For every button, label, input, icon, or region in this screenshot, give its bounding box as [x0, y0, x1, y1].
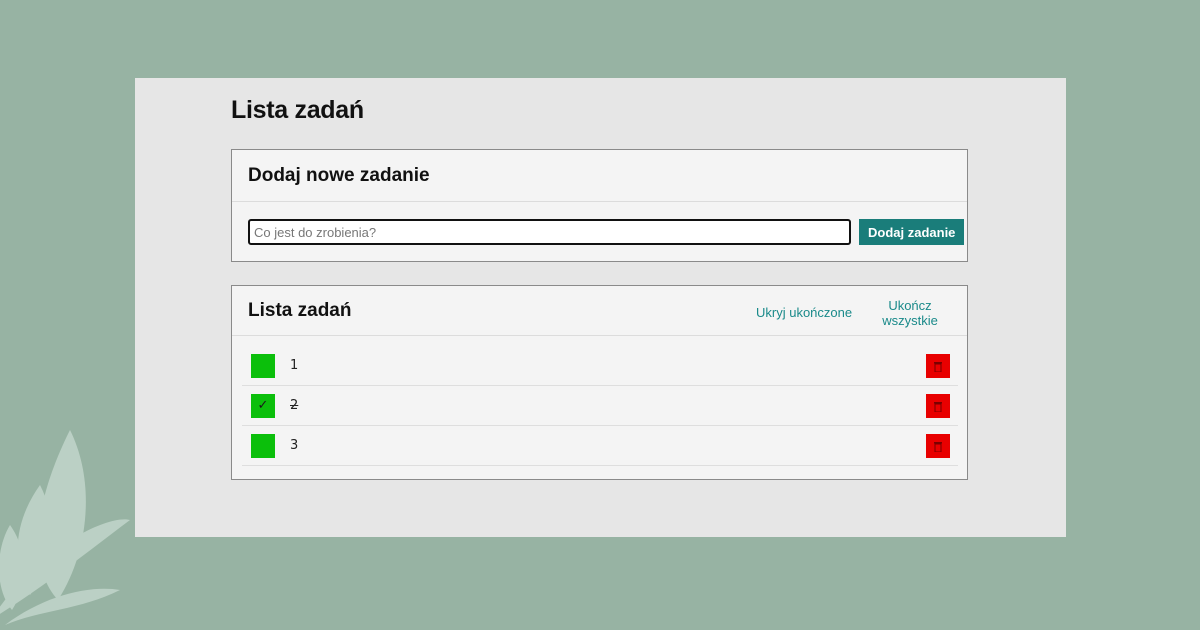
add-task-form: Dodaj zadanie	[248, 219, 965, 245]
page-title: Lista zadań	[231, 96, 364, 124]
task-list: 1 ✓ 2 3	[242, 346, 958, 466]
delete-task-button[interactable]	[926, 354, 950, 378]
delete-task-button[interactable]	[926, 434, 950, 458]
task-list-card-title: Lista zadań	[248, 299, 352, 321]
task-list-card-header: Lista zadań Ukryj ukończone Ukończ wszys…	[232, 286, 967, 336]
add-task-card-header: Dodaj nowe zadanie	[232, 150, 967, 202]
hide-completed-link[interactable]: Ukryj ukończone	[756, 305, 852, 320]
app-window: Lista zadań Dodaj nowe zadanie Dodaj zad…	[135, 78, 1066, 537]
task-row: ✓ 2	[242, 386, 958, 426]
leaf-decoration-icon	[0, 430, 130, 625]
trash-icon	[934, 442, 942, 452]
task-checkbox[interactable]: ✓	[251, 394, 275, 418]
task-text: 3	[290, 438, 299, 453]
task-row: 1	[242, 346, 958, 386]
complete-all-link[interactable]: Ukończ wszystkie	[882, 298, 938, 328]
trash-icon	[934, 402, 942, 412]
task-checkbox[interactable]	[251, 434, 275, 458]
task-row: 3	[242, 426, 958, 466]
add-task-card-title: Dodaj nowe zadanie	[248, 164, 430, 186]
add-task-button[interactable]: Dodaj zadanie	[859, 219, 965, 245]
add-task-card: Dodaj nowe zadanie Dodaj zadanie	[231, 149, 968, 262]
task-checkbox[interactable]	[251, 354, 275, 378]
task-list-card: Lista zadań Ukryj ukończone Ukończ wszys…	[231, 285, 968, 480]
task-text: 2	[290, 398, 299, 413]
new-task-input[interactable]	[248, 219, 851, 245]
trash-icon	[934, 362, 942, 372]
delete-task-button[interactable]	[926, 394, 950, 418]
task-text: 1	[290, 358, 299, 373]
